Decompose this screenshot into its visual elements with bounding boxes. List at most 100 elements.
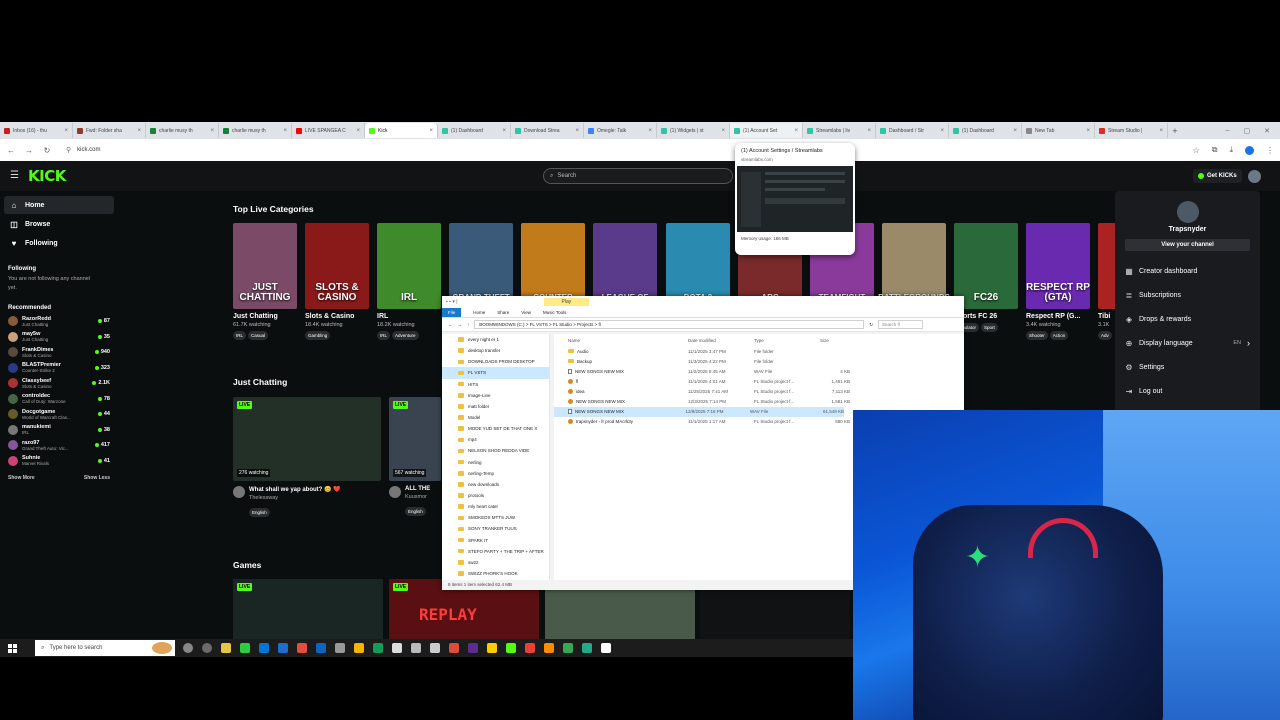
browser-tab[interactable]: Kick × [365, 123, 438, 138]
ribbon-tab-home[interactable]: Home [473, 310, 485, 315]
tab-close-icon[interactable]: × [356, 128, 360, 134]
category-card[interactable]: SLOTS & CASINO Slots & Casino 18.4K watchi… [305, 223, 369, 340]
stream-card[interactable]: LIVE 276 watching What shall we yap about?… [233, 397, 381, 519]
browser-tab[interactable]: Download Strea × [511, 123, 584, 138]
recommended-channel[interactable]: razo97 Grand Theft Auto: Vic... 417 [0, 438, 118, 454]
nav-pane-folder[interactable]: mp4 [442, 434, 549, 445]
taskbar-app-icon[interactable] [582, 643, 592, 653]
column-header[interactable]: Date modified [688, 338, 754, 343]
stream-card[interactable]: LIVE 567 watching ALL THE Kuusmor English [389, 397, 441, 518]
browser-tab[interactable]: (1) Account Set × [730, 123, 803, 138]
browser-tab[interactable]: (1) Dashboard × [438, 123, 511, 138]
column-header[interactable]: Size [820, 338, 850, 343]
taskbar-app-icon[interactable] [183, 643, 193, 653]
taskbar-app-icon[interactable] [430, 643, 440, 653]
get-kicks-button[interactable]: Get KICKs [1193, 169, 1242, 183]
nav-pane-folder[interactable]: matt folder [442, 401, 549, 412]
file-row[interactable]: NEW SONGS NEW MIX 12/3/2025 7:14 PM FL Stu… [554, 396, 964, 406]
tab-close-icon[interactable]: × [867, 128, 871, 134]
recommended-channel[interactable]: FrankDimes Slots & Casino 940 [0, 345, 118, 361]
tab-close-icon[interactable]: × [794, 128, 798, 134]
profile-avatar[interactable] [1245, 145, 1254, 155]
nav-pane-folder[interactable]: every night er 1 [442, 334, 549, 345]
category-tag[interactable]: IRL [233, 331, 247, 340]
game-stream-card[interactable]: LIVE [233, 579, 383, 639]
nav-pane-folder[interactable]: rnly heart cater [442, 501, 549, 512]
show-less-button[interactable]: Show Less [84, 475, 110, 481]
nav-pane-folder[interactable]: SWIZZ PHORK'S HOOK [442, 568, 549, 579]
sidebar-item-following[interactable]: ♥ Following [4, 234, 114, 252]
browser-tab[interactable]: Stream Studio | × [1095, 123, 1168, 138]
file-row[interactable]: fl 11/1/2025 4:01 AM FL Studio project f..… [554, 376, 964, 386]
back-button[interactable]: ← [6, 146, 16, 155]
browser-tab[interactable]: Dashboard / Str × [876, 123, 949, 138]
taskbar-app-icon[interactable] [278, 643, 288, 653]
new-tab-button[interactable]: + [1168, 126, 1182, 136]
ribbon-tab-music-tools[interactable]: Music Tools [543, 310, 566, 315]
nav-pane-folder[interactable]: sw22 [442, 557, 549, 568]
recommended-channel[interactable]: RazorRedd Just Chatting 87 [0, 314, 118, 330]
taskbar-app-icon[interactable] [468, 643, 478, 653]
downloads-icon[interactable]: ⤓ [1229, 145, 1233, 155]
explorer-refresh-icon[interactable]: ↻ [869, 322, 873, 328]
sidebar-item-browse[interactable]: ◫ Browse [4, 215, 114, 233]
stream-language-tag[interactable]: English [405, 507, 426, 516]
nav-pane-folder[interactable]: Image-Line [442, 390, 549, 401]
browser-tab[interactable]: Omegle: Talk × [584, 123, 657, 138]
explorer-search-field[interactable]: Search fl [878, 320, 924, 329]
nav-pane-folder[interactable]: nerling-Temp [442, 468, 549, 479]
column-header[interactable]: Type [754, 338, 820, 343]
taskbar-app-icon[interactable] [259, 643, 269, 653]
dropdown-item-subscriptions[interactable]: ≣ Subscriptions [1115, 283, 1260, 307]
taskbar-app-icon[interactable] [392, 643, 402, 653]
browser-tab[interactable]: New Tab × [1022, 123, 1095, 138]
play-tab[interactable]: Play [543, 298, 590, 306]
dropdown-item-display-language[interactable]: ⊕ Display language EN › [1115, 331, 1260, 355]
nav-pane-folder[interactable]: HITS [442, 379, 549, 390]
nav-pane-folder[interactable]: SPARK IT [442, 535, 549, 546]
recommended-channel[interactable]: Docgotgame World of Warcraft Clas... 44 [0, 407, 118, 423]
tab-close-icon[interactable]: × [648, 128, 652, 134]
recommended-channel[interactable]: controldec Call of Duty: Warzone 78 [0, 391, 118, 407]
taskbar-app-icon[interactable] [525, 643, 535, 653]
category-card[interactable]: JUST CHATTING Just Chatting 61.7K watching… [233, 223, 297, 340]
show-more-button[interactable]: Show More [8, 475, 35, 481]
taskbar-app-icon[interactable] [373, 643, 383, 653]
tab-close-icon[interactable]: × [429, 128, 433, 134]
taskbar-app-icon[interactable] [487, 643, 497, 653]
browser-tab[interactable]: Fwd: Folder sha × [73, 123, 146, 138]
tab-close-icon[interactable]: × [64, 128, 68, 134]
recommended-channel[interactable]: manukiemi IRL 38 [0, 422, 118, 438]
taskbar-app-icon[interactable] [506, 643, 516, 653]
taskbar-app-icon[interactable] [202, 643, 212, 653]
taskbar-app-icon[interactable] [240, 643, 250, 653]
dropdown-item-creator-dashboard[interactable]: ▦ Creator dashboard [1115, 259, 1260, 283]
nav-pane-folder[interactable]: DOWNLOADS FROM DESKTOP [442, 356, 549, 367]
kick-logo[interactable]: KICK [28, 167, 66, 185]
browser-tab[interactable]: charlie musy th × [146, 123, 219, 138]
maximize-button[interactable]: ▢ [1244, 127, 1251, 135]
address-bar[interactable]: ⚲ kick.com [60, 143, 1160, 157]
taskbar-app-icon[interactable] [221, 643, 231, 653]
nav-pane-folder[interactable]: new downloads [442, 479, 549, 490]
tab-close-icon[interactable]: × [502, 128, 506, 134]
tab-close-icon[interactable]: × [721, 128, 725, 134]
reload-button[interactable]: ↻ [42, 146, 52, 155]
ribbon-tab-view[interactable]: View [521, 310, 531, 315]
extensions-icon[interactable]: ⧉ [1212, 145, 1218, 155]
taskbar-app-icon[interactable] [335, 643, 345, 653]
site-info-icon[interactable]: ⚲ [66, 146, 71, 154]
bookmark-star-icon[interactable]: ☆ [1193, 146, 1200, 155]
category-tag[interactable]: Casual [248, 331, 269, 340]
nav-pane-folder[interactable]: STEFO PARTY + THE TRIP + AFTER [442, 546, 549, 557]
recommended-channel[interactable]: Classybeef Slots & Casino 2.1K [0, 376, 118, 392]
category-card[interactable]: IRL IRL 18.2K watching IRL Adventure [377, 223, 441, 340]
recommended-channel[interactable]: BLASTPremier Counter-Strike 2 323 [0, 360, 118, 376]
category-tag[interactable]: IRL [377, 331, 391, 340]
nav-pane-folder[interactable]: NELSON SHOD REDDA VIDE [442, 445, 549, 456]
tab-close-icon[interactable]: × [940, 128, 944, 134]
taskbar-app-icon[interactable] [544, 643, 554, 653]
tab-close-icon[interactable]: × [137, 128, 141, 134]
explorer-up-icon[interactable]: ↑ [467, 322, 469, 327]
nav-pane-folder[interactable]: FL VSTS [442, 367, 549, 379]
